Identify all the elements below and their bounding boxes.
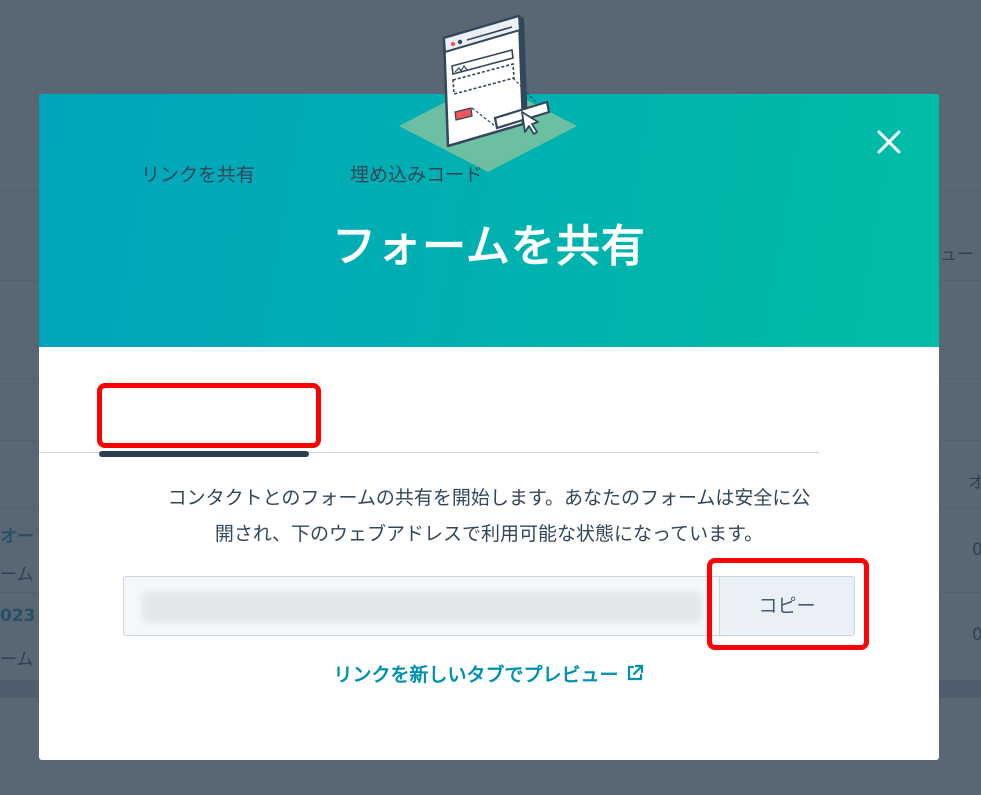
form-share-illustration [399,14,577,172]
description-line: 開され、下のウェブアドレスで利用可能な状態になっています。 [214,523,764,545]
active-tab-indicator [99,451,309,457]
external-link-icon [627,664,643,681]
preview-link[interactable]: リンクを新しいタブでプレビュー [39,660,939,687]
highlight-box-share-link-tab [97,383,321,448]
description-line: コンタクトとのフォームの共有を開始します。あなたのフォームは安全に公 [167,487,811,509]
blurred-url [142,591,702,623]
preview-link-label: リンクを新しいタブでプレビュー [333,664,619,686]
tab-share-link[interactable]: リンクを共有 [141,160,255,187]
highlight-box-copy-button [707,558,869,650]
share-url-field[interactable] [123,576,720,636]
share-description: コンタクトとのフォームの共有を開始します。あなたのフォームは安全に公 開され、下… [109,480,869,552]
